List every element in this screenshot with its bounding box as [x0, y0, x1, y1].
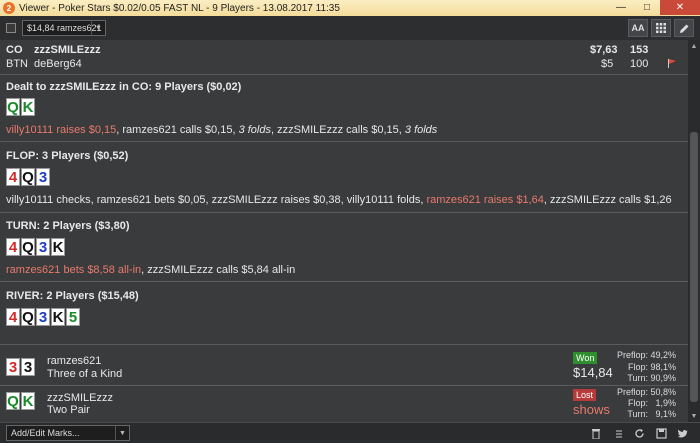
card: 5 — [66, 308, 80, 326]
won-amount: $14,84 — [573, 365, 613, 380]
card: K — [51, 238, 65, 256]
flop-header: FLOP: 3 Players ($0,52) — [6, 150, 129, 162]
hole-cards: Q K — [6, 98, 36, 116]
card: K — [51, 308, 65, 326]
card: Q — [21, 238, 35, 256]
showdown-hand-rank: Two Pair — [47, 404, 90, 416]
select-checkbox[interactable] — [6, 23, 16, 33]
player-stack: $5 — [601, 58, 614, 70]
hand-select[interactable]: $14,84 ramzes621 ▼ — [22, 20, 106, 36]
save-button[interactable] — [652, 426, 670, 441]
menu-icon — [616, 430, 622, 437]
shows-label: shows — [573, 402, 610, 417]
twitter-button[interactable] — [674, 426, 692, 441]
equity-value: 1,9% — [655, 398, 676, 408]
showdown-player-name[interactable]: ramzes621 — [47, 355, 101, 367]
action-folds: 3 folds — [238, 124, 271, 136]
action-highlight: ramzes621 raises $1,64 — [426, 194, 544, 206]
action-highlight: villy10111 raises $0,15 — [6, 124, 117, 136]
pencil-icon — [679, 24, 688, 33]
board-cards: 4 Q 3 — [6, 168, 51, 186]
replay-button[interactable] — [630, 426, 648, 441]
scroll-up-icon[interactable]: ▲ — [688, 40, 700, 52]
flop-actions: villy10111 checks, ramzes621 bets $0,05,… — [6, 194, 672, 206]
showdown-hand-rank: Three of a Kind — [47, 368, 123, 380]
card: 4 — [6, 238, 20, 256]
menu-button[interactable] — [610, 426, 628, 441]
card: 3 — [21, 358, 35, 376]
action-text: , zzzSMILEzzz calls $1,26 — [543, 194, 672, 206]
card: Q — [21, 308, 35, 326]
status-bar: Add/Edit Marks... ▼ — [0, 422, 700, 443]
hand-history-panel: CO zzzSMILEzzz $7,63 153 BTN deBerg64 $5… — [0, 40, 688, 422]
trash-icon — [592, 429, 600, 439]
card: 3 — [6, 358, 20, 376]
action-folds: 3 folds — [404, 124, 438, 136]
lost-badge: Lost — [573, 389, 597, 401]
chevron-down-icon: ▼ — [91, 21, 105, 35]
close-button[interactable]: ✕ — [660, 0, 700, 15]
player-position: CO — [6, 44, 23, 56]
card: 4 — [6, 168, 20, 186]
toolbar: $14,84 ramzes621 ▼ — [0, 16, 700, 40]
card: Q — [21, 168, 35, 186]
font-size-button[interactable]: AA — [628, 19, 648, 37]
action-text: villy10111 checks, ramzes621 bets $0,05,… — [6, 194, 427, 206]
refresh-icon — [634, 429, 644, 438]
marks-select[interactable]: Add/Edit Marks... ▼ — [6, 425, 130, 441]
player-bb: 153 — [630, 44, 649, 56]
marks-select-value: Add/Edit Marks... — [11, 428, 80, 438]
save-icon — [655, 428, 667, 439]
card: 4 — [6, 308, 20, 326]
showdown-player-name[interactable]: zzzSMILEzzz — [47, 392, 113, 404]
card: K — [21, 392, 35, 410]
scroll-thumb[interactable] — [690, 132, 698, 402]
card: 3 — [36, 238, 50, 256]
card: 3 — [36, 168, 50, 186]
action-text: , zzzSMILEzzz calls $0,15, — [271, 124, 405, 136]
player-position: BTN — [6, 58, 28, 70]
action-text: , ramzes621 calls $0,15, — [116, 124, 239, 136]
app-icon: 2 — [3, 2, 15, 14]
board-cards: 4 Q 3 K — [6, 238, 66, 256]
grid-button[interactable] — [651, 19, 671, 37]
preflop-header: Dealt to zzzSMILEzzz in CO: 9 Players ($… — [6, 81, 242, 93]
card: K — [21, 98, 35, 116]
turn-header: TURN: 2 Players ($3,80) — [6, 220, 130, 232]
card: Q — [6, 98, 20, 116]
maximize-button[interactable]: □ — [634, 0, 660, 15]
action-highlight: ramzes621 bets $8,58 all-in — [6, 264, 142, 276]
window-title: Viewer - Poker Stars $0.02/0.05 FAST NL … — [19, 2, 340, 14]
showdown-cards: Q K — [6, 392, 36, 410]
showdown-cards: 3 3 — [6, 358, 36, 376]
equity-value: 9,1% — [655, 409, 676, 419]
card: 3 — [36, 308, 50, 326]
preflop-actions: villy10111 raises $0,15, ramzes621 calls… — [6, 124, 437, 136]
turn-actions: ramzes621 bets $8,58 all-in, zzzSMILEzzz… — [6, 264, 295, 276]
player-stack: $7,63 — [590, 44, 618, 56]
equity-value: 50,8% — [650, 387, 676, 397]
flag-icon[interactable] — [667, 58, 677, 68]
chevron-down-icon: ▼ — [115, 426, 129, 440]
won-badge: Won — [573, 352, 598, 364]
twitter-icon — [677, 429, 688, 437]
card: Q — [6, 392, 20, 410]
delete-button[interactable] — [587, 426, 605, 441]
edit-button[interactable] — [674, 19, 694, 37]
equity-value: 49,2% — [650, 350, 676, 360]
grid-icon — [656, 23, 666, 33]
action-text: , zzzSMILEzzz calls $5,84 all-in — [141, 264, 296, 276]
title-bar: 2 Viewer - Poker Stars $0.02/0.05 FAST N… — [0, 0, 700, 16]
equity-value: 98,1% — [650, 362, 676, 372]
player-name[interactable]: deBerg64 — [34, 58, 82, 70]
vertical-scrollbar[interactable]: ▲ ▼ — [688, 40, 700, 422]
minimize-button[interactable]: — — [608, 0, 634, 15]
board-cards: 4 Q 3 K 5 — [6, 308, 81, 326]
river-header: RIVER: 2 Players ($15,48) — [6, 290, 139, 302]
equity-value: 90,9% — [650, 373, 676, 383]
scroll-down-icon[interactable]: ▼ — [688, 410, 700, 422]
player-bb: 100 — [630, 58, 649, 70]
player-name[interactable]: zzzSMILEzzz — [34, 44, 101, 56]
